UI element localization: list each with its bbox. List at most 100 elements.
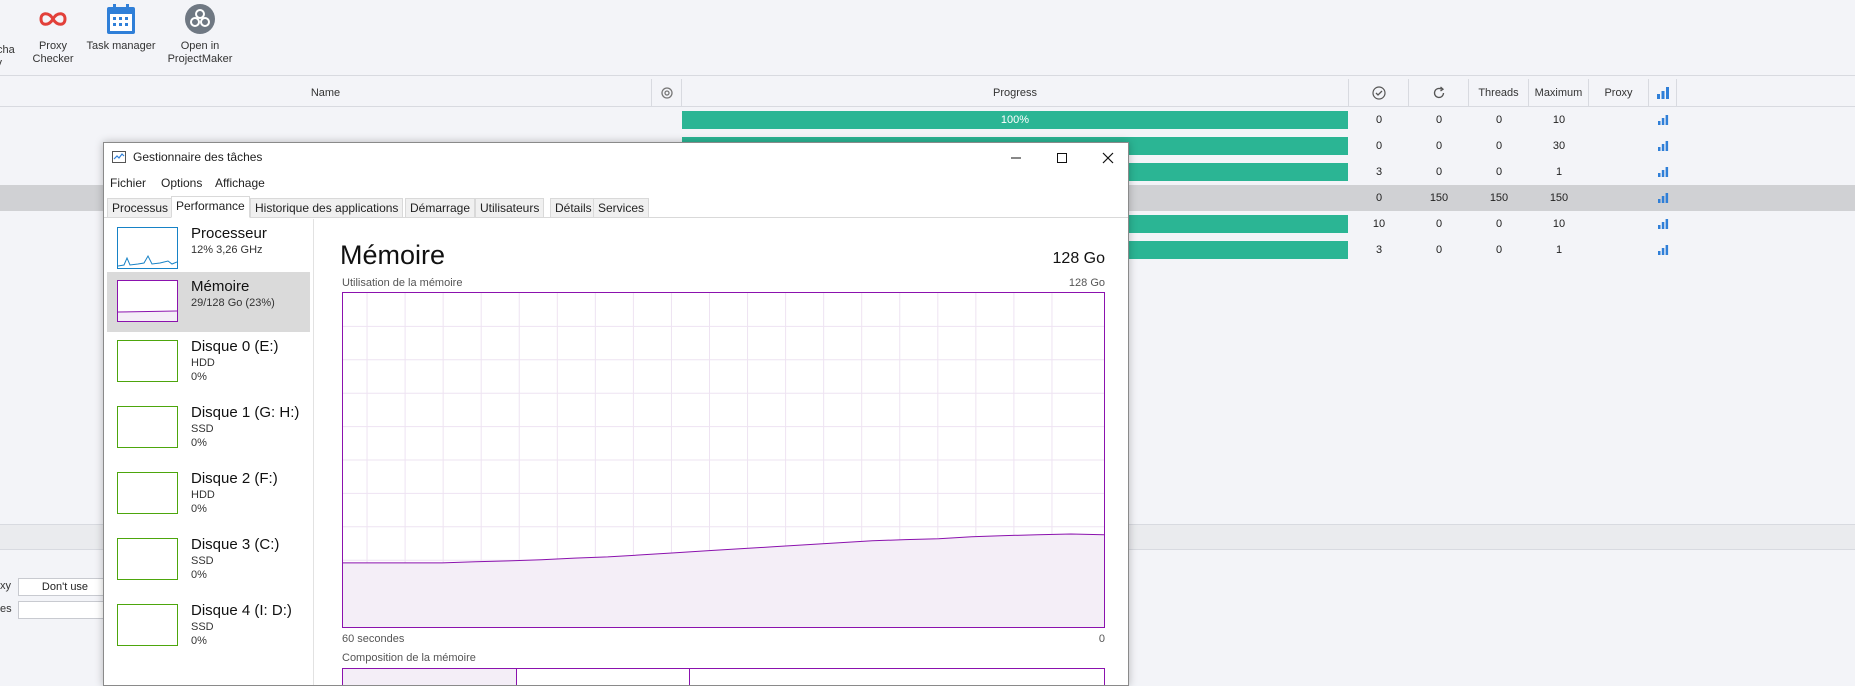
sidebar-item-processeur[interactable]: Processeur 12% 3,26 GHz <box>107 219 310 279</box>
column-label: Maximum <box>1534 87 1583 99</box>
column-header-settings[interactable] <box>652 79 682 107</box>
memory-usage-graph <box>342 292 1105 628</box>
sidebar-item-mémoire[interactable]: Mémoire 29/128 Go (23%) <box>107 272 310 332</box>
sidebar-item-disque-2[interactable]: Disque 2 (F:) HDD 0% <box>107 464 310 524</box>
open-in-projectmaker-button[interactable]: Open in ProjectMaker <box>162 0 238 66</box>
table-row[interactable]: 100% 0 0 0 10 <box>0 107 1855 133</box>
bar-chart-icon <box>1656 87 1670 100</box>
tab-historique[interactable]: Historique des applications <box>250 198 404 218</box>
tab-processus[interactable]: Processus <box>107 198 174 218</box>
stats-bar-chart-icon[interactable] <box>1649 185 1677 211</box>
window-title: Gestionnaire des tâches <box>133 150 263 164</box>
column-header-retry[interactable] <box>1409 79 1469 107</box>
title-bar[interactable]: Gestionnaire des tâches <box>104 143 1128 172</box>
column-header-stats[interactable] <box>1649 79 1677 107</box>
close-button[interactable] <box>1086 143 1128 172</box>
table-header: Name Progress Threads Maximum Proxy <box>0 79 1855 107</box>
sidebar-item-detail: SSD <box>191 555 214 567</box>
thumbnail-graph <box>117 538 178 580</box>
column-header-proxy[interactable]: Proxy <box>1589 79 1649 107</box>
tab-demarrage[interactable]: Démarrage <box>405 198 476 218</box>
task-manager-window: Gestionnaire des tâches Fichier Options … <box>103 142 1129 686</box>
tab-utilisateurs[interactable]: Utilisateurs <box>475 198 545 218</box>
cell-success: 0 <box>1375 114 1383 126</box>
maximize-icon <box>1057 152 1067 163</box>
refresh-icon <box>1432 86 1446 99</box>
cell-success: 3 <box>1375 244 1383 256</box>
sidebar-item-usage: 0% <box>191 503 207 515</box>
cell-retry: 0 <box>1435 218 1443 230</box>
page-title: Mémoire <box>340 240 446 270</box>
column-header-maximum[interactable]: Maximum <box>1529 79 1589 107</box>
cell-maximum: 150 <box>1549 192 1569 204</box>
cell-maximum: 10 <box>1552 114 1566 126</box>
cell-retry: 0 <box>1435 114 1443 126</box>
tab-services[interactable]: Services <box>593 198 650 218</box>
cell-threads: 0 <box>1495 166 1503 178</box>
infinity-icon <box>36 2 70 36</box>
menu-fichier[interactable]: Fichier <box>110 172 146 194</box>
cell-retry: 150 <box>1429 192 1449 204</box>
sidebar-item-name: Disque 0 (E:) <box>191 338 279 355</box>
column-header-threads[interactable]: Threads <box>1469 79 1529 107</box>
sidebar-item-name: Processeur <box>191 225 267 242</box>
tab-performance[interactable]: Performance <box>171 196 250 218</box>
composition-standby <box>517 669 690 685</box>
stats-bar-chart-icon[interactable] <box>1649 159 1677 185</box>
cell-maximum: 10 <box>1552 218 1566 230</box>
column-header-name[interactable]: Name <box>0 79 652 107</box>
column-header-progress[interactable]: Progress <box>682 79 1349 107</box>
sidebar-item-disque-3[interactable]: Disque 3 (C:) SSD 0% <box>107 530 310 590</box>
progress-bar: 100% <box>682 111 1348 129</box>
menu-options[interactable]: Options <box>161 172 202 194</box>
menu-affichage[interactable]: Affichage <box>215 172 265 194</box>
thumbnail-graph <box>117 604 178 646</box>
text-input[interactable] <box>18 601 112 619</box>
sidebar-item-disque-4[interactable]: Disque 4 (I: D:) SSD 0% <box>107 596 310 656</box>
cell-success: 10 <box>1372 218 1386 230</box>
sidebar-item-detail: SSD <box>191 621 214 633</box>
maximize-button[interactable] <box>1040 143 1084 172</box>
sidebar-item-usage: 0% <box>191 569 207 581</box>
field-label: es <box>0 603 12 615</box>
sidebar-item-detail: HDD <box>191 357 215 369</box>
projectmaker-icon <box>183 2 217 36</box>
cell-maximum: 1 <box>1555 244 1563 256</box>
cell-threads: 0 <box>1495 244 1503 256</box>
sidebar-item-name: Disque 3 (C:) <box>191 536 280 553</box>
thumbnail-graph <box>117 340 178 382</box>
sidebar-item-name: Disque 2 (F:) <box>191 470 278 487</box>
thumbnail-graph <box>117 472 178 514</box>
minimize-button[interactable] <box>994 143 1038 172</box>
proxy-select[interactable]: Don't use <box>18 578 112 596</box>
toolbar-item-label: Open in ProjectMaker <box>167 40 233 65</box>
stats-bar-chart-icon[interactable] <box>1649 107 1677 133</box>
sidebar-item-disque-0[interactable]: Disque 0 (E:) HDD 0% <box>107 332 310 392</box>
stats-bar-chart-icon[interactable] <box>1649 133 1677 159</box>
sidebar-item-detail: 12% 3,26 GHz <box>191 244 263 256</box>
column-label: Progress <box>992 87 1038 99</box>
task-manager-app-icon <box>112 151 126 163</box>
sidebar-item-disque-1[interactable]: Disque 1 (G: H:) SSD 0% <box>107 398 310 458</box>
memory-usage-chart <box>343 293 1105 627</box>
cell-maximum: 30 <box>1552 140 1566 152</box>
tab-details[interactable]: Détails <box>550 198 597 218</box>
column-header-success[interactable] <box>1349 79 1409 107</box>
proxy-checker-button[interactable]: Proxy Checker <box>30 0 76 66</box>
cell-threads: 150 <box>1489 192 1509 204</box>
cell-success: 0 <box>1375 192 1383 204</box>
stats-bar-chart-icon[interactable] <box>1649 237 1677 263</box>
graph-label: Utilisation de la mémoire <box>342 277 463 289</box>
cell-retry: 0 <box>1435 166 1443 178</box>
task-manager-button[interactable]: Task manager <box>85 0 157 53</box>
stats-bar-chart-icon[interactable] <box>1649 211 1677 237</box>
graph-min-label: 0 <box>1098 633 1105 645</box>
tab-bar: Processus Performance Historique des app… <box>104 196 1128 218</box>
check-circle-icon <box>1371 86 1386 100</box>
graph-time-span: 60 secondes <box>342 633 405 645</box>
thumbnail-graph <box>117 280 178 322</box>
toolbar-item-captcha-cut[interactable]: tcha ly <box>0 44 15 70</box>
cell-threads: 0 <box>1495 140 1503 152</box>
cell-success: 0 <box>1375 140 1383 152</box>
thumbnail-graph <box>117 227 178 269</box>
